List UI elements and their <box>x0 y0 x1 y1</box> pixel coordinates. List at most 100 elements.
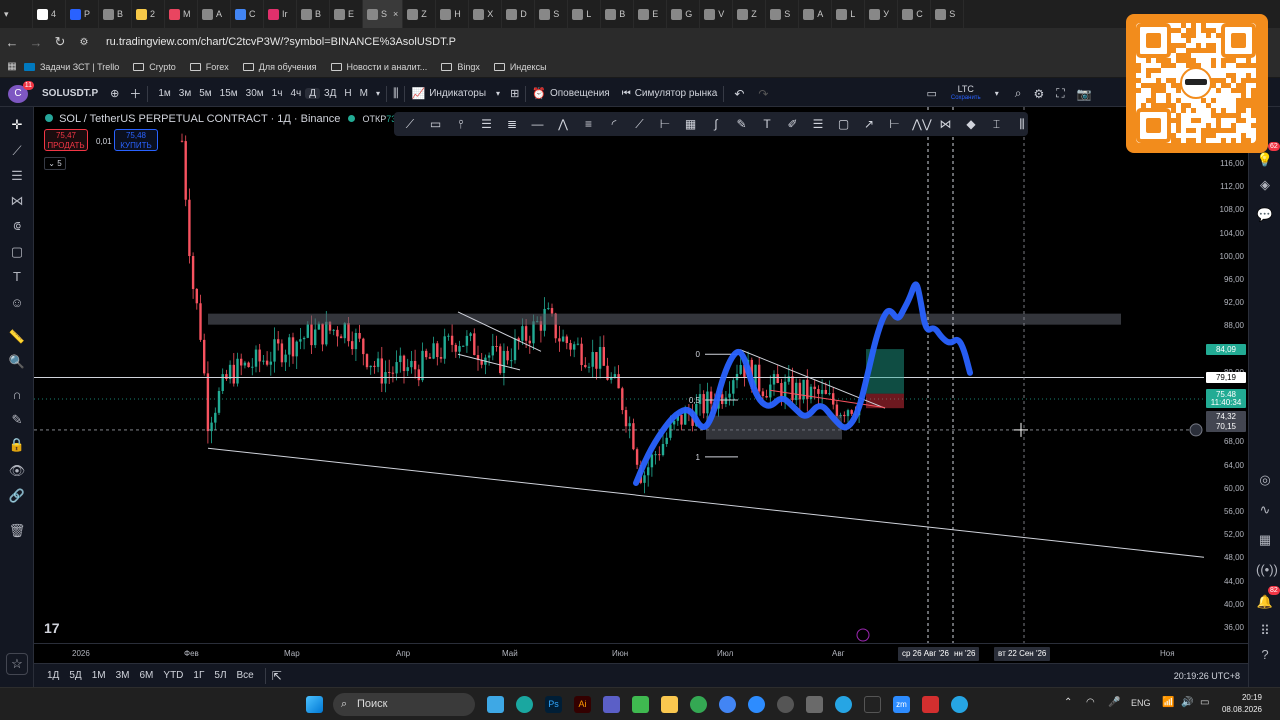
bookmark-crypto[interactable]: Crypto <box>133 62 176 72</box>
browser-tab[interactable]: S <box>931 0 965 28</box>
browser-tab[interactable]: C <box>898 0 932 28</box>
layout-select-icon[interactable]: ▭ <box>926 87 936 100</box>
site-info-icon[interactable]: ⚙ <box>72 37 96 48</box>
app-icon-5[interactable] <box>806 696 823 713</box>
tray-chevron-icon[interactable]: ⌃ <box>1064 697 1072 708</box>
tab-list-button[interactable]: ▾ <box>0 0 33 28</box>
calendar-icon[interactable]: ▦ <box>1256 532 1274 550</box>
goto-date-icon[interactable]: ⇱ <box>272 669 282 683</box>
horizontal-ray-icon[interactable]: ⊢ <box>657 116 673 132</box>
timeframe-button[interactable]: 3м <box>175 88 195 99</box>
fullscreen-icon[interactable]: ⛶ <box>1056 86 1064 101</box>
forecast-icon[interactable]: ⟃ <box>8 218 26 234</box>
browser-tab[interactable]: L <box>832 0 866 28</box>
timeframe-button[interactable]: 4ч <box>286 88 305 99</box>
browser-tab[interactable]: Z <box>733 0 767 28</box>
ruler-icon[interactable]: 📏 <box>8 329 26 345</box>
forward-icon[interactable]: → <box>24 35 48 50</box>
fib-icon[interactable]: ≣ <box>504 116 520 132</box>
bars-icon[interactable]: ☰ <box>810 116 826 132</box>
settings-icon[interactable]: ⚙ <box>1033 87 1044 101</box>
timeframe-button[interactable]: 3Д <box>320 88 340 99</box>
sell-button[interactable]: 75,47 ПРОДАТЬ <box>44 129 88 151</box>
apps-grid-icon[interactable]: ⠿ <box>1256 623 1274 641</box>
file-explorer-icon[interactable] <box>661 696 678 713</box>
browser-tab[interactable]: G <box>667 0 701 28</box>
fib-retracement-icon[interactable]: ☰ <box>8 168 26 184</box>
battery-icon[interactable]: ▭ <box>1200 697 1209 708</box>
timeframe-button[interactable]: 1ч <box>268 88 287 99</box>
fork-icon[interactable]: ⫯ <box>453 116 469 132</box>
widgets-icon[interactable] <box>487 696 504 713</box>
browser-tab[interactable]: E <box>330 0 363 28</box>
templates-icon[interactable]: ⊞ <box>510 87 519 100</box>
brush-icon[interactable]: ▢ <box>8 244 26 260</box>
chrome-icon[interactable] <box>690 696 707 713</box>
browser-tab[interactable]: A <box>198 0 231 28</box>
undo-icon[interactable]: ↶ <box>734 87 744 101</box>
taskbar-search[interactable]: ⌕ Поиск <box>333 693 475 716</box>
url-field[interactable]: ru.tradingview.com/chart/C2tcvP3W/?symbo… <box>106 36 456 48</box>
timeframe-button[interactable]: 1м <box>154 88 174 99</box>
lock-drawings-icon[interactable]: ✎ <box>8 412 26 428</box>
text-tool-icon[interactable]: T <box>8 269 26 285</box>
fib-channel-icon[interactable]: ☰ <box>479 116 495 132</box>
browser-tab[interactable]: S <box>766 0 800 28</box>
bookmark-news[interactable]: Новости и аналит... <box>330 62 427 72</box>
pen-icon[interactable]: ✐ <box>785 116 801 132</box>
app-icon-2[interactable] <box>632 696 649 713</box>
browser-tab[interactable]: M <box>165 0 198 28</box>
close-tab-icon[interactable]: × <box>393 9 398 19</box>
trend-line-icon[interactable]: ⟋ <box>402 116 418 132</box>
bookmark-study[interactable]: Для обучения <box>242 62 317 72</box>
range-button[interactable]: 6М <box>135 670 159 681</box>
bookmark-trello[interactable]: Задачи ЗСТ | Trello <box>24 62 119 72</box>
help-icon[interactable]: ? <box>1256 647 1274 665</box>
timeframe-button[interactable]: Д <box>305 88 321 99</box>
browser-tab[interactable]: D <box>502 0 536 28</box>
reload-icon[interactable]: ↻ <box>48 34 72 50</box>
crosshair-icon[interactable]: ✛ <box>8 117 26 133</box>
symbol-search-button[interactable]: SOLUSDT.P <box>38 86 102 101</box>
chrome-active-icon[interactable] <box>719 696 736 713</box>
trash-icon[interactable]: 🗑 <box>8 523 26 539</box>
volume-profile-icon[interactable]: ⫼ <box>1014 116 1030 132</box>
callout-icon[interactable]: ▢ <box>836 116 852 132</box>
compare-icon[interactable]: ⊕ <box>110 87 119 100</box>
windows-start-icon[interactable] <box>306 696 323 713</box>
range-button[interactable]: 5Д <box>64 670 86 681</box>
magnet-icon[interactable]: ∩ <box>8 387 26 403</box>
layout-name-button[interactable]: LTC Сохранить <box>951 84 981 103</box>
app-icon-4[interactable] <box>777 696 794 713</box>
range-button[interactable]: 5Л <box>209 670 231 681</box>
bookmark-bingx[interactable]: Bingx <box>441 62 480 72</box>
timeframe-button[interactable]: 30м <box>242 88 268 99</box>
browser-tab[interactable]: C <box>231 0 264 28</box>
zoom-icon[interactable]: 🔍 <box>8 354 26 370</box>
range-button[interactable]: Все <box>232 670 259 681</box>
browser-tab[interactable]: У <box>865 0 899 28</box>
curve-icon[interactable]: ∫ <box>708 116 724 132</box>
photoshop-icon[interactable]: Ps <box>545 696 562 713</box>
favorites-star-icon[interactable]: ☆ <box>6 653 28 675</box>
range-button[interactable]: 1Д <box>42 670 64 681</box>
range-button[interactable]: 1Г <box>188 670 209 681</box>
arrow-icon[interactable]: ↗ <box>861 116 877 132</box>
layers-icon[interactable]: ◈ <box>1256 177 1274 195</box>
network-icon[interactable]: 📶 <box>1162 697 1174 708</box>
path-icon[interactable]: ⋀ <box>555 116 571 132</box>
wifi-icon[interactable]: ◠ <box>1086 697 1095 708</box>
timeframe-button[interactable]: Н <box>340 88 355 99</box>
telegram-icon-2[interactable] <box>951 696 968 713</box>
arc-icon[interactable]: ◜ <box>606 116 622 132</box>
horizontal-line-icon[interactable]: — <box>530 116 546 132</box>
browser-tab[interactable]: B <box>99 0 132 28</box>
eye-icon[interactable]: 👁 <box>8 463 26 479</box>
timeframe-button[interactable]: 5м <box>195 88 215 99</box>
browser-tab[interactable]: 4 <box>33 0 66 28</box>
indicators-icon[interactable]: 📈 <box>411 87 425 100</box>
app-icon-3[interactable] <box>748 696 765 713</box>
range-icon[interactable]: ⊢ <box>887 116 903 132</box>
ideas-icon[interactable]: 💡 62 <box>1256 142 1280 170</box>
rectangle-icon[interactable]: ▭ <box>428 116 444 132</box>
